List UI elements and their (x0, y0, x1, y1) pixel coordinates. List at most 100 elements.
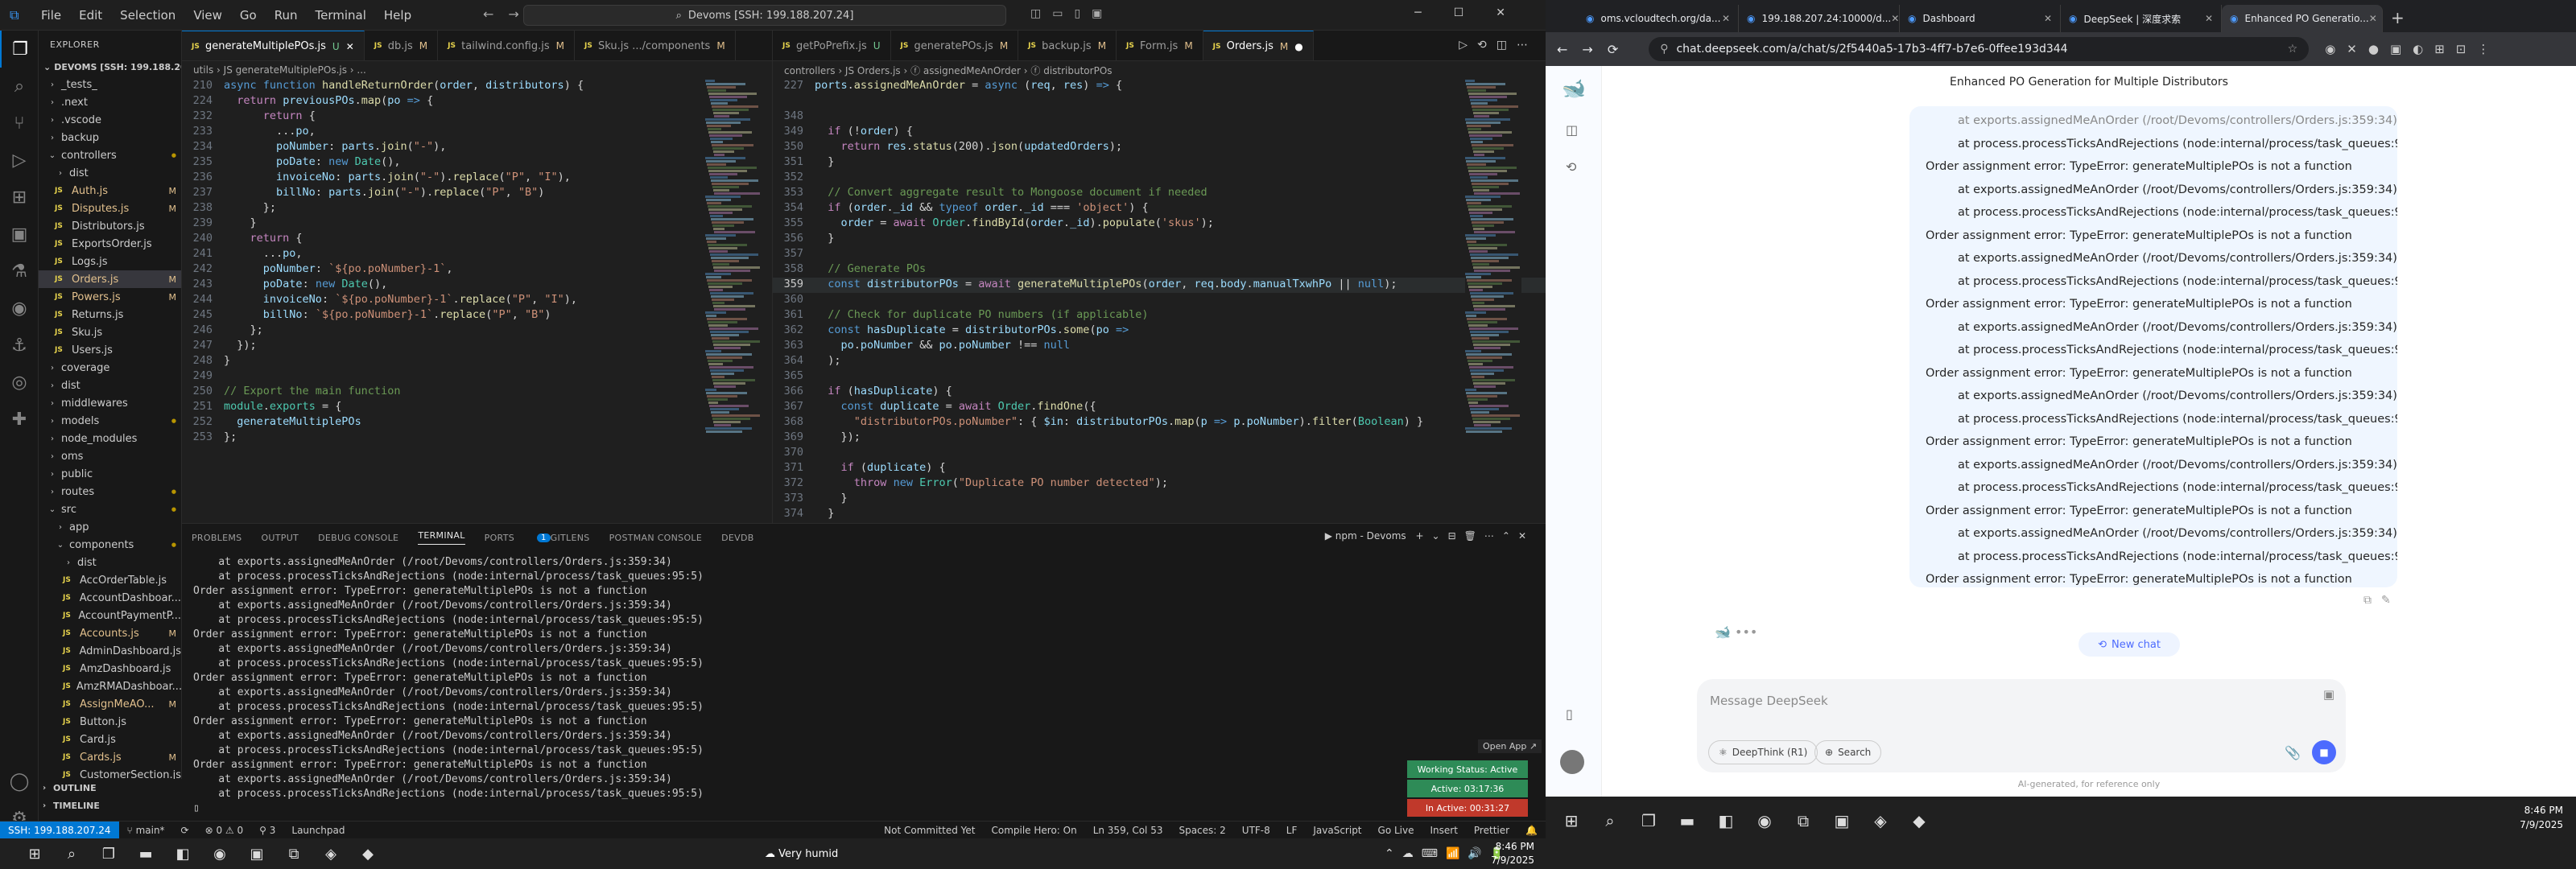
tree-item[interactable]: › app (39, 518, 181, 536)
indentation[interactable]: Spaces: 2 (1179, 825, 1225, 836)
tree-item[interactable]: › models ● (39, 412, 181, 430)
vscode-icon[interactable]: ⧉ (275, 846, 312, 863)
task-view-icon[interactable]: ❐ (90, 846, 127, 863)
editor-tab[interactable]: JS backup.js M (1018, 31, 1117, 60)
new-chat-button[interactable]: ⟲ New chat (2079, 632, 2180, 657)
window-controls[interactable]: ─☐✕ (1414, 6, 1538, 19)
app2-icon[interactable]: ◆ (1900, 803, 1938, 838)
tree-item[interactable]: › _tests_ (39, 76, 181, 93)
prettier[interactable]: Prettier (1474, 825, 1509, 836)
notifications-icon[interactable]: 🔔 (1525, 825, 1538, 836)
editor-tab[interactable]: JS db.js M (365, 31, 439, 60)
tree-item[interactable]: ⌄ components ● (39, 536, 181, 554)
cursor-position[interactable]: Ln 359, Col 53 (1093, 825, 1163, 836)
app2-icon[interactable]: ◆ (349, 846, 386, 863)
tree-item[interactable]: JS Accounts.js M (39, 624, 181, 642)
tree-item[interactable]: › dist (39, 377, 181, 394)
minimap-right[interactable] (1465, 79, 1521, 523)
tree-item[interactable]: › .vscode (39, 111, 181, 129)
menu-help[interactable]: Help (375, 8, 420, 23)
ports-count[interactable]: ⚲ 3 (259, 825, 275, 836)
git-blame[interactable]: Not Committed Yet (884, 825, 975, 836)
tree-item[interactable]: JS AccOrderTable.js (39, 571, 181, 589)
encoding[interactable]: UTF-8 (1242, 825, 1270, 836)
search-icon[interactable]: ⌕ (1591, 803, 1629, 838)
editor-tab[interactable]: JS tailwind.config.js M (438, 31, 575, 60)
tree-item[interactable]: JS AmzRMADashboar... (39, 677, 181, 695)
command-center[interactable]: ⌕ Devoms [SSH: 199.188.207.24] (523, 5, 1006, 26)
menu-run[interactable]: Run (266, 8, 307, 23)
windows-start-icon[interactable]: ⊞ (16, 846, 53, 863)
browser-tab[interactable]: ◉ 199.188.207.24:10000/d... ✕ (1739, 5, 1900, 32)
file-explorer-icon[interactable]: ▬ (127, 846, 164, 863)
zoom-icon[interactable]: ▣ (1823, 803, 1861, 838)
eol[interactable]: LF (1286, 825, 1298, 836)
panel-tab-problems[interactable]: PROBLEMS (192, 533, 242, 543)
deepseek-logo-icon[interactable]: 🐋 (1562, 77, 1586, 100)
panel-tab-terminal[interactable]: TERMINAL (418, 530, 465, 545)
extension-icons[interactable]: ◉✕●▣◐⊞⊡⋮ (2325, 42, 2500, 56)
tree-item[interactable]: JS AssignMeAO... M (39, 695, 181, 713)
editor-tab[interactable]: JS generatePOs.js M (891, 31, 1019, 60)
code-right[interactable]: 227 ports.assignedMeAnOrder = async (req,… (773, 79, 1546, 523)
tree-item[interactable]: JS Users.js (39, 341, 181, 359)
tree-item[interactable]: JS Auth.js M (39, 182, 181, 200)
breadcrumb-left[interactable]: utils › JS generateMultiplePOs.js › ... (182, 61, 772, 79)
outline-section[interactable]: › OUTLINE (39, 779, 182, 797)
menu-edit[interactable]: Edit (70, 8, 111, 23)
deepthink-toggle[interactable]: ⚛ DeepThink (R1) (1708, 740, 1818, 764)
compile-hero[interactable]: Compile Hero: On (991, 825, 1076, 836)
browser-tab[interactable]: ◉ Enhanced PO Generatio... ✕ (2222, 5, 2383, 32)
search-icon[interactable]: ⌕ (0, 68, 39, 105)
tree-item[interactable]: JS Cards.js M (39, 748, 181, 766)
tree-item[interactable]: ⌄ controllers ● (39, 146, 181, 164)
tree-item[interactable]: › .next (39, 93, 181, 111)
tree-item[interactable]: › oms (39, 447, 181, 465)
tree-item[interactable]: JS Powers.js M (39, 288, 181, 306)
search-toggle[interactable]: ⊕ Search (1814, 740, 1882, 764)
browser-tab[interactable]: ◉ oms.vcloudtech.org/da... ✕ (1578, 5, 1739, 32)
close-tab-icon[interactable]: ✕ (2044, 13, 2052, 24)
attach-icon[interactable]: 📎 (2285, 745, 2301, 760)
tree-item[interactable]: JS ExportsOrder.js (39, 235, 181, 253)
browser-tab[interactable]: ◉ DeepSeek | 深度求索 ✕ (2061, 5, 2222, 32)
launchpad[interactable]: Launchpad (291, 825, 345, 836)
editor-tab[interactable]: JS Form.js M (1117, 31, 1203, 60)
close-tab-icon[interactable]: ✕ (2369, 13, 2377, 24)
zoom-icon[interactable]: ▣ (238, 846, 275, 863)
store-icon[interactable]: ◧ (1707, 803, 1745, 838)
git-branch[interactable]: ⑂ main* (127, 825, 165, 836)
bookmark-star-icon[interactable]: ☆ (2288, 43, 2298, 56)
stop-generation-button[interactable]: ■ (2312, 740, 2336, 764)
tree-item[interactable]: JS AdminDashboard.js (39, 642, 181, 660)
panel-tab-devdb[interactable]: DEVDB (721, 533, 753, 543)
close-tab-icon[interactable]: ✕ (1891, 13, 1899, 24)
python-icon[interactable]: ✚ (0, 401, 39, 438)
system-clock-right[interactable]: 8:46 PM 7/9/2025 (2520, 803, 2563, 832)
breadcrumb-right[interactable]: controllers › JS Orders.js › ⓕ assignedM… (773, 61, 1546, 79)
editor-tab[interactable]: JS Orders.js M ● (1203, 31, 1314, 60)
postman-icon[interactable]: ◎ (0, 364, 39, 401)
go-live[interactable]: Go Live (1378, 825, 1414, 836)
account-icon[interactable]: ◯ (0, 763, 39, 800)
menu-file[interactable]: File (32, 8, 70, 23)
new-chat-icon[interactable]: ⟲ (1566, 159, 1576, 175)
windows-start-icon[interactable]: ⊞ (1552, 803, 1591, 838)
close-icon[interactable]: ● (1294, 41, 1302, 52)
vscode-icon[interactable]: ⧉ (1784, 803, 1823, 838)
run-debug-icon[interactable]: ▷ (0, 142, 39, 179)
close-icon[interactable]: ✕ (346, 41, 354, 52)
panel-tab-debug-console[interactable]: DEBUG CONSOLE (318, 533, 398, 543)
sync-icon[interactable]: ⟳ (181, 825, 189, 836)
tree-item[interactable]: › coverage (39, 359, 181, 377)
message-composer[interactable]: Message DeepSeek ▣ ⚛ DeepThink (R1) ⊕ Sear… (1697, 679, 2346, 772)
gitlens-icon[interactable]: ◉ (0, 290, 39, 327)
menu-go[interactable]: Go (231, 8, 266, 23)
insert-mode[interactable]: Insert (1430, 825, 1457, 836)
language-mode[interactable]: JavaScript (1313, 825, 1361, 836)
remote-ssh-indicator[interactable]: SSH: 199.188.207.24 (0, 821, 119, 839)
file-explorer-icon[interactable]: ▬ (1668, 803, 1707, 838)
tree-item[interactable]: JS Disputes.js M (39, 200, 181, 217)
tree-item[interactable]: JS Button.js (39, 713, 181, 731)
tree-item[interactable]: JS Sku.js (39, 323, 181, 341)
